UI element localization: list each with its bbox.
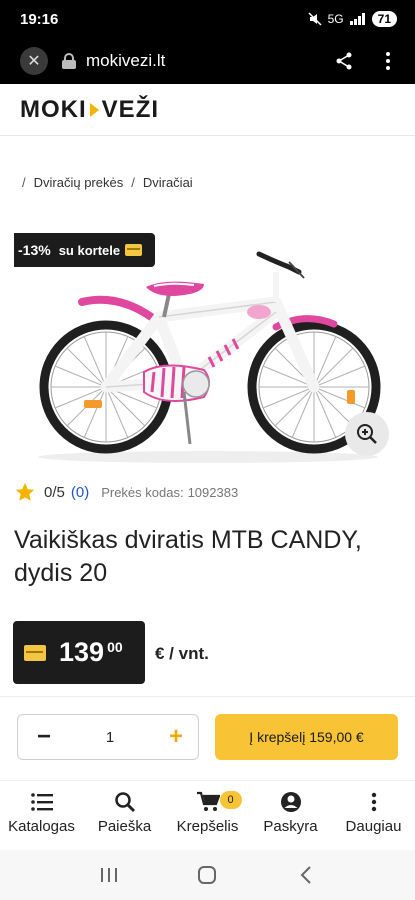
breadcrumb-item[interactable]: Dviračių prekės [34, 175, 124, 190]
mute-icon [308, 12, 322, 26]
close-tab-button[interactable]: ✕ [20, 47, 48, 75]
nav-item-account[interactable]: Paskyra [249, 781, 332, 844]
status-icons: 5G 71 [308, 11, 397, 27]
zoom-image-button[interactable] [345, 412, 389, 456]
system-navigation-bar [0, 850, 415, 900]
nav-label: Krepšelis [176, 818, 239, 835]
breadcrumb: / Dviračių prekės / Dviračiai [22, 175, 193, 190]
url-text[interactable]: mokivezi.lt [86, 51, 333, 71]
product-code-value: 1092383 [187, 484, 239, 500]
add-to-cart-button[interactable]: Į krepšelį 159,00 € [215, 714, 398, 760]
bicycle-illustration [38, 251, 381, 463]
card-price-box: 139 00 [13, 621, 145, 684]
lock-icon [62, 53, 76, 69]
nav-item-search[interactable]: Paieška [83, 781, 166, 844]
rating-row: 0/5 (0) Prekės kodas: 1092383 [14, 481, 238, 503]
nav-item-catalog[interactable]: Katalogas [0, 781, 83, 844]
back-icon[interactable] [292, 861, 320, 889]
browser-menu-icon[interactable] [377, 50, 399, 72]
discount-value: -13% [18, 242, 51, 258]
network-label: 5G [327, 12, 344, 26]
close-icon: ✕ [27, 53, 41, 70]
nav-label: Katalogas [8, 818, 75, 835]
discount-card-text: su kortele [58, 242, 121, 258]
site-header: MOKI VEŽI [0, 84, 415, 136]
cart-count-badge: 0 [219, 791, 242, 809]
logo-arrow-icon [89, 102, 99, 117]
signal-icon [349, 13, 365, 25]
add-to-cart-bar: − 1 + Į krepšelį 159,00 € [0, 696, 415, 780]
cart-icon: 0 [196, 790, 242, 814]
logo-left: MOKI [20, 95, 87, 123]
quantity-stepper: − 1 + [17, 714, 199, 760]
reviews-count-link[interactable]: (0) [71, 484, 89, 501]
price-integer: 139 [59, 637, 105, 667]
search-icon [113, 790, 137, 814]
nav-label: Daugiau [345, 818, 402, 835]
product-image[interactable] [14, 232, 402, 470]
account-icon [279, 790, 303, 814]
nav-item-more[interactable]: Daugiau [332, 781, 415, 844]
loyalty-card-icon [24, 644, 46, 661]
logo-right: VEŽI [101, 95, 160, 123]
bottom-navigation: Katalogas Paieška 0 Krepšelis Paskyra Da… [0, 780, 415, 844]
breadcrumb-item[interactable]: Dviračiai [143, 175, 193, 190]
site-logo[interactable]: MOKI VEŽI [20, 96, 159, 124]
rating-value: 0/5 [44, 483, 65, 501]
home-icon[interactable] [193, 861, 221, 889]
increase-quantity-button[interactable]: + [166, 723, 186, 751]
nav-label: Paieška [97, 818, 152, 835]
status-time: 19:16 [20, 10, 59, 28]
recent-apps-icon[interactable] [95, 861, 123, 889]
status-bar: 19:16 5G 71 [0, 0, 415, 38]
nav-label: Paskyra [263, 818, 318, 835]
price-unit: € / vnt. [155, 644, 209, 663]
star-icon [15, 482, 35, 501]
quantity-value[interactable]: 1 [106, 729, 114, 746]
battery-indicator: 71 [371, 11, 397, 27]
more-icon [362, 790, 386, 814]
browser-url-bar: ✕ mokivezi.lt [0, 38, 415, 84]
price-decimal: 00 [107, 638, 123, 655]
loyalty-card-icon [125, 244, 143, 256]
decrease-quantity-button[interactable]: − [34, 723, 54, 751]
nav-item-cart[interactable]: 0 Krepšelis [166, 781, 249, 844]
discount-badge: -13% su kortele [14, 233, 155, 267]
product-code-label: Prekės kodas: [101, 484, 184, 500]
list-icon [30, 790, 54, 814]
share-icon[interactable] [333, 50, 355, 72]
product-title: Vaikiškas dviratis MTB CANDY, dydis 20 [14, 526, 362, 587]
zoom-in-icon [357, 424, 377, 444]
